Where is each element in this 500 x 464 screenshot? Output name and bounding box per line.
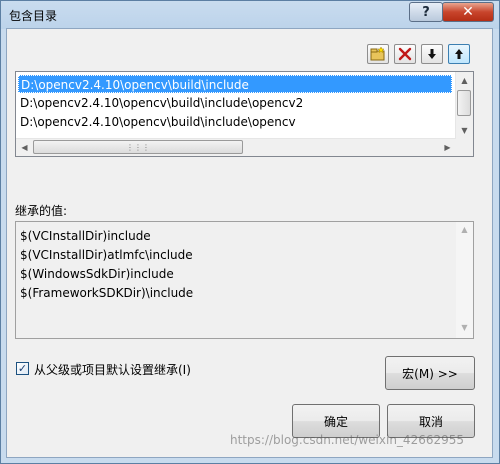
inherit-checkbox-label[interactable]: 从父级或项目默认设置继承(I) [34, 361, 191, 378]
new-folder-icon [370, 47, 385, 61]
list-item[interactable]: D:\opencv2.4.10\opencv\build\include\ope… [18, 113, 296, 131]
inherited-item: $(VCInstallDir)atlmfc\include [20, 248, 193, 262]
inherited-values-label: 继承的值: [15, 204, 68, 218]
scroll-down-icon: ▼ [461, 323, 468, 332]
delete-icon [398, 47, 412, 61]
checkmark-icon: ✓ [17, 362, 28, 375]
move-up-button[interactable] [448, 44, 470, 64]
inherited-item: $(FrameworkSDKDir)\include [20, 286, 194, 300]
list-vertical-scrollbar[interactable]: ▲ ▼ [455, 72, 473, 139]
inherited-values-list: $(VCInstallDir)include $(VCInstallDir)at… [15, 221, 474, 339]
move-down-button[interactable] [421, 44, 443, 64]
inherited-item: $(WindowsSdkDir)include [20, 267, 174, 281]
list-item[interactable]: D:\opencv2.4.10\opencv\build\include [18, 75, 452, 93]
inherit-checkbox[interactable]: ✓ [16, 362, 29, 375]
scroll-right-icon[interactable]: ▶ [439, 139, 456, 156]
watermark-text: https://blog.csdn.net/weixin_42662955 [230, 433, 465, 447]
title-bar[interactable]: 包含目录 ? ✕ [1, 1, 499, 29]
scroll-up-icon[interactable]: ▲ [456, 72, 473, 89]
down-arrow-icon [428, 49, 436, 59]
scroll-left-icon[interactable]: ◀ [16, 139, 33, 156]
macro-button[interactable]: 宏(M) >> [385, 356, 475, 390]
inherited-item: $(VCInstallDir)include [20, 229, 151, 243]
horizontal-scroll-thumb[interactable]: ⋮⋮⋮ [33, 140, 243, 154]
help-button[interactable]: ? [409, 2, 443, 22]
close-icon: ✕ [462, 4, 474, 20]
inherited-vertical-scrollbar: ▲ ▼ [456, 222, 473, 338]
new-line-button[interactable] [367, 44, 389, 64]
delete-line-button[interactable] [394, 44, 416, 64]
list-horizontal-scrollbar[interactable]: ◀ ⋮⋮⋮ ▶ [16, 138, 456, 156]
close-button[interactable]: ✕ [442, 2, 494, 22]
up-arrow-icon [455, 49, 463, 59]
help-icon: ? [422, 4, 430, 20]
scroll-corner [456, 139, 473, 156]
scroll-down-icon[interactable]: ▼ [456, 122, 473, 139]
vertical-scroll-thumb[interactable] [457, 90, 471, 116]
include-directories-list[interactable]: D:\opencv2.4.10\opencv\build\include D:\… [15, 71, 474, 157]
scroll-up-icon: ▲ [461, 225, 468, 234]
dialog-title: 包含目录 [9, 9, 58, 23]
list-item[interactable]: D:\opencv2.4.10\opencv\build\include\ope… [18, 94, 303, 112]
